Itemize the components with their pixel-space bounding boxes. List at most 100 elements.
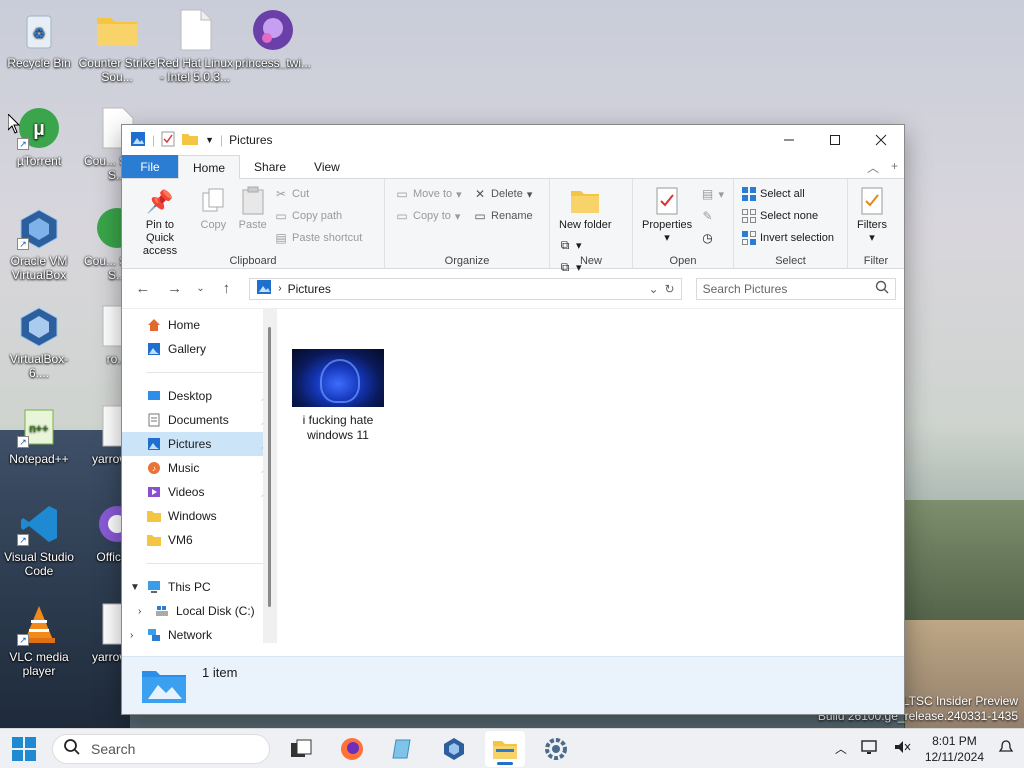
volume-muted-icon[interactable] [893,739,911,758]
new-folder-button[interactable]: New folder [556,183,615,234]
pictures-library-icon [140,665,188,705]
back-arrow-icon[interactable]: ← [130,280,156,297]
nav-item-music[interactable]: ♪Music📌 [122,456,277,480]
desktop-icon-counter-strike[interactable]: Counter Strike Sou... [78,8,156,84]
select-none-button[interactable]: Select none [742,207,834,225]
rename-button[interactable]: ▭ Rename [473,207,532,225]
nav-item-documents[interactable]: Documents📌 [122,408,277,432]
new-label: New [579,255,602,267]
paste-button[interactable]: Paste [235,183,271,234]
move-to-button[interactable]: ▭ Move to ▾ [395,185,461,203]
taskbar-search-input[interactable]: Search [52,733,270,764]
maximize-button[interactable] [812,125,858,155]
expanded-chevron-icon[interactable]: ▼ [130,582,140,593]
network-tray-icon[interactable] [861,739,879,758]
properties-quick-icon[interactable] [161,131,175,150]
nav-item-this-pc[interactable]: ▼ This PC [122,575,277,599]
desktop-icon-notepadpp[interactable]: n++ ↗ Notepad++ [0,404,78,466]
forward-arrow-icon[interactable]: → [162,280,188,297]
collapsed-chevron-icon[interactable]: › [130,630,133,641]
show-hidden-icons-chevron-icon[interactable]: ︿ [835,740,847,757]
file-item[interactable]: i fucking hate windows 11 [291,349,385,443]
collapsed-chevron-icon[interactable]: › [138,606,141,617]
copy-button[interactable]: Copy [195,183,231,234]
select-all-button[interactable]: Select all [742,185,834,203]
start-button-windows-icon[interactable] [12,736,36,761]
virtualbox-taskbar-icon[interactable] [434,731,474,767]
edit-button[interactable]: ✎ [700,207,724,225]
paste-icon [238,185,268,217]
search-input[interactable]: Search Pictures [695,277,896,300]
nav-item-home[interactable]: Home [122,313,277,337]
pin-to-quick-access-button[interactable]: 📌 Pin to Quick access [128,183,192,260]
paste-shortcut-icon: ▤ [275,231,287,245]
delete-button[interactable]: ✕ Delete ▾ [473,185,533,203]
cut-button[interactable]: ✂ Cut [274,185,362,203]
new-item-button[interactable]: ⧉ ▾ [558,236,582,254]
image-icon [251,8,295,52]
close-button[interactable] [858,125,904,155]
desktop-icon-redhat[interactable]: Red Hat Linux - Intel 5.0.3... [156,8,234,84]
file-explorer-taskbar-icon[interactable] [485,730,525,767]
desktop-icon-virtualbox[interactable]: ↗ Oracle VM VirtualBox [0,206,78,282]
help-plus-icon[interactable]: + [891,159,898,176]
paste-shortcut-button[interactable]: ▤ Paste shortcut [274,229,362,247]
move-to-icon: ▭ [396,187,408,201]
filters-button[interactable]: Filters ▾ [854,183,890,247]
search-icon [63,738,81,759]
nav-item-desktop[interactable]: Desktop📌 [122,384,277,408]
folder-icon [146,532,162,548]
desktop-icon-vscode[interactable]: ↗ Visual Studio Code [0,502,78,578]
address-dropdown-chevron-icon[interactable]: ⌄ [648,282,658,296]
file-name: i fucking hate windows 11 [302,413,374,442]
nav-item-windows[interactable]: Windows [122,504,277,528]
navigation-pane: Home Gallery Desktop📌 Documents📌 Picture… [122,309,277,643]
nav-item-vm6[interactable]: VM6 [122,528,277,552]
nav-scrollbar[interactable] [263,309,277,643]
tab-view[interactable]: View [300,155,354,178]
notepad-icon[interactable] [383,731,423,767]
invert-selection-button[interactable]: Invert selection [742,229,834,247]
tab-share[interactable]: Share [240,155,300,178]
search-icon[interactable] [875,280,889,297]
breadcrumb-separator-icon[interactable]: › [278,283,281,294]
new-group: New folder ⧉ ▾ ⧉ ▾ New [550,179,633,274]
minimize-button[interactable] [766,125,812,155]
nav-item-local-disk[interactable]: › Local Disk (C:) [122,599,277,623]
copy-to-button[interactable]: ▭ Copy to ▾ [395,207,462,225]
scissors-icon: ✂ [276,187,287,201]
desktop-icon-virtualbox-installer[interactable]: VirtualBox-6.... [0,304,78,380]
breadcrumb[interactable]: Pictures [288,282,643,296]
tab-file[interactable]: File [122,155,178,178]
copy-path-button[interactable]: ▭ Copy path [274,207,362,225]
new-folder-quick-icon[interactable] [181,132,199,149]
tab-home[interactable]: Home [178,155,241,179]
open-button[interactable]: ▤ ▾ [700,185,724,203]
nav-item-pictures[interactable]: Pictures📌 [122,432,277,456]
address-field[interactable]: › Pictures ⌄ ↻ [249,277,682,300]
refresh-icon[interactable]: ↻ [665,282,675,296]
collapse-ribbon-chevron-icon[interactable]: ︿ [867,159,879,176]
svg-text:µ: µ [33,118,45,140]
desktop-icon-recycle-bin[interactable]: ♻ Recycle Bin [0,8,78,70]
recycle-bin-icon: ♻ [17,8,61,52]
history-button[interactable]: ◷ [700,229,724,247]
up-arrow-icon[interactable]: ↑ [213,280,239,297]
nav-item-network[interactable]: › Network [122,623,277,647]
settings-gear-icon[interactable] [536,731,576,767]
recent-locations-chevron-icon[interactable]: ⌄ [194,283,208,294]
clock[interactable]: 8:01 PM 12/11/2024 [925,733,984,765]
nav-item-videos[interactable]: Videos📌 [122,480,277,504]
nav-item-gallery[interactable]: Gallery [122,337,277,361]
ribbon-tabs: File Home Share View ︿ + [122,155,904,179]
notifications-bell-icon[interactable] [998,739,1014,758]
customize-quick-access-chevron-icon[interactable]: ▼ [205,135,214,145]
title-bar[interactable]: | ▼ | Pictures [122,125,904,155]
item-count: 1 item [202,665,238,680]
task-view-icon[interactable] [281,731,321,767]
pictures-icon [146,436,162,452]
firefox-icon[interactable] [332,731,372,767]
desktop-icon-vlc[interactable]: ↗ VLC media player [0,602,78,678]
properties-button[interactable]: Properties ▾ [639,183,695,247]
desktop-icon-princess[interactable]: princess_twi... [234,8,312,70]
